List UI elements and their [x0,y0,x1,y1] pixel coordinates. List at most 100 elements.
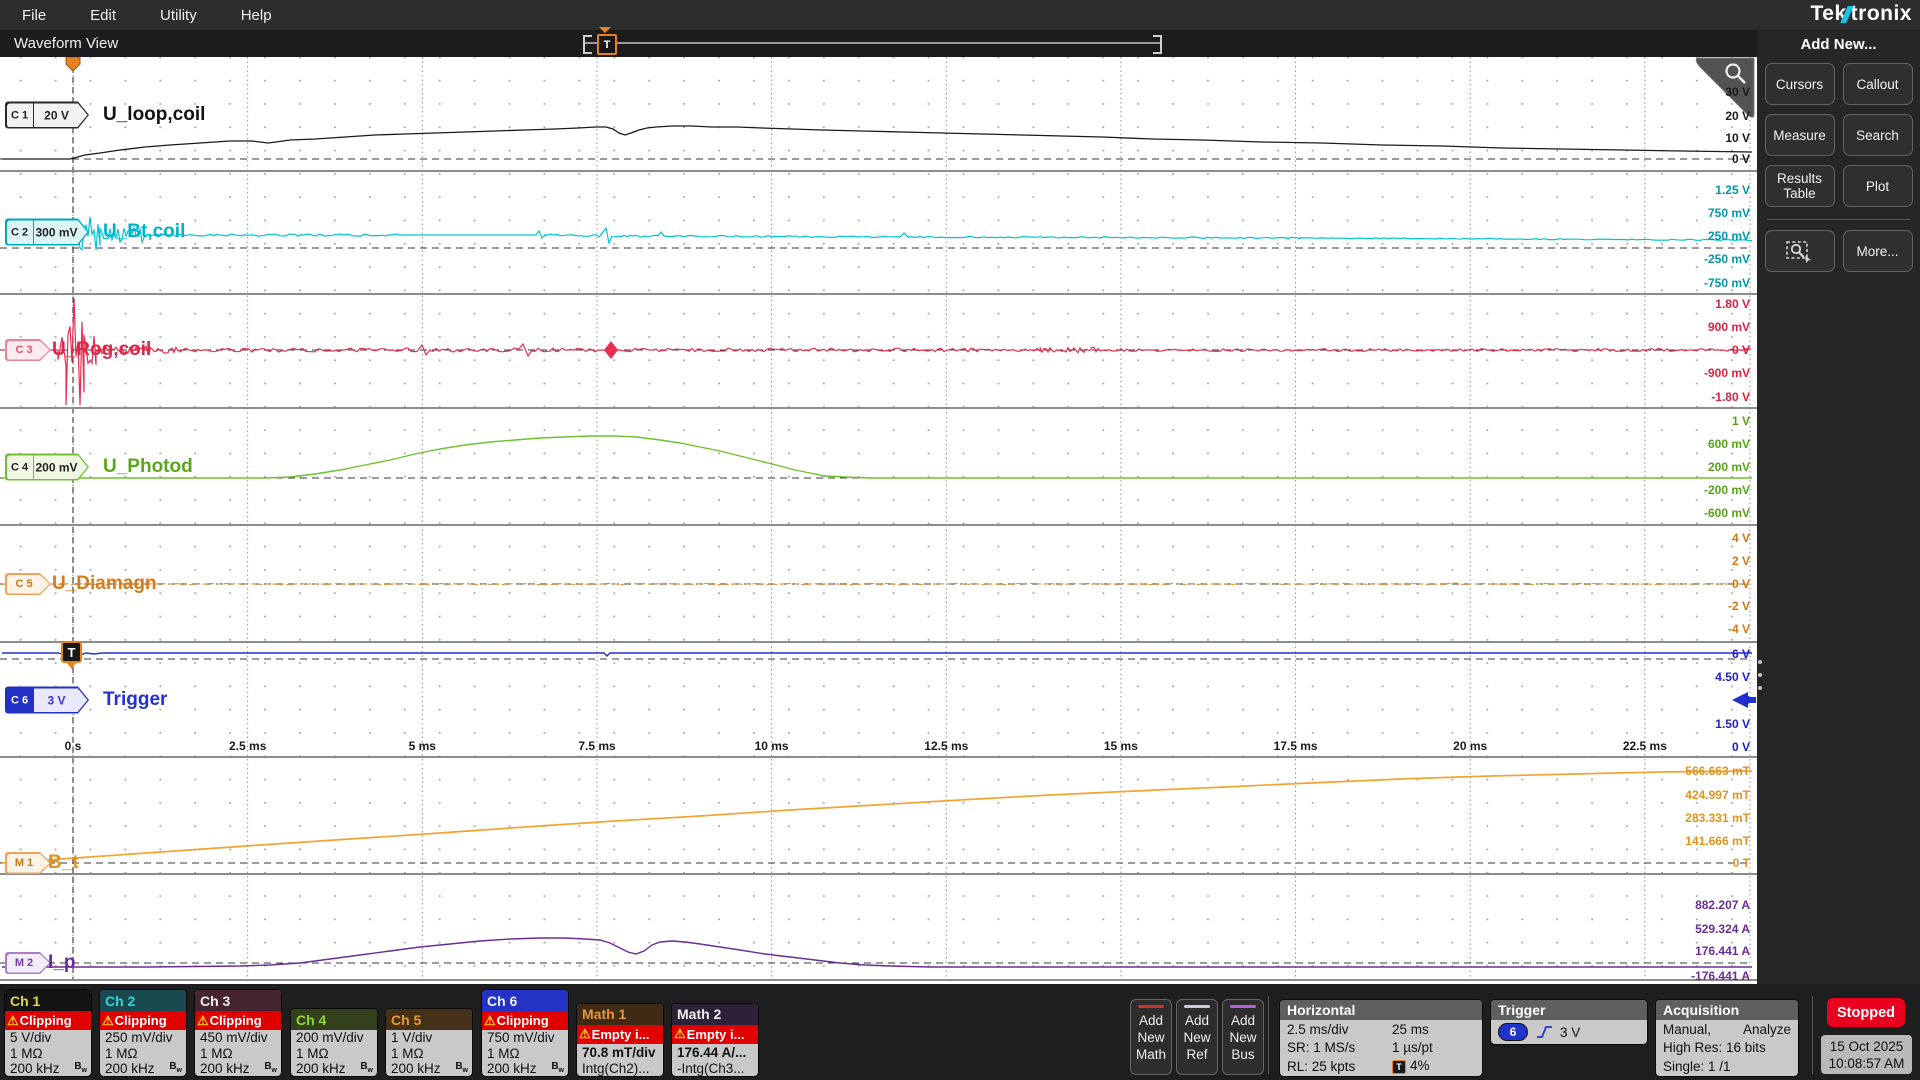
trigger-source-marker-icon: T [62,642,81,669]
channel-settings-badge-ch3[interactable]: Ch 3⚠Clipping450 mV/div1 MΩ200 kHzBw [195,990,281,1076]
badge-row: 750 mV/div [482,1030,568,1045]
channel-badge-id: C 4 [7,455,34,479]
callout-button[interactable]: Callout [1843,63,1913,105]
results-table-button[interactable]: Results Table [1765,165,1835,207]
timebase-trigger-marker-icon[interactable]: T [597,34,617,55]
bandwidth-icon: Bw [551,1061,568,1076]
trace-ch3-spike-marker [604,341,618,359]
scale-label: 200 mV [1708,460,1750,474]
channel-settings-badge-ch6[interactable]: Ch 6⚠Clipping750 mV/div1 MΩ200 kHzBw [482,990,568,1076]
waveform-label-c1: U_loop,coil [103,104,205,126]
channel-badge-c6[interactable]: C 63 V [5,687,89,714]
datetime-box: 15 Oct 2025 10:08:57 AM [1821,1035,1912,1074]
add-new-math-button[interactable]: AddNewMath [1130,999,1172,1075]
time-axis-label: 20 ms [1453,739,1487,753]
trace-m1 [2,771,1752,863]
bandwidth-icon: Bw [455,1061,472,1076]
horizontal-panel[interactable]: Horizontal 2.5 ms/div25 msSR: 1 MS/s1 µs… [1280,1000,1482,1076]
channel-badge-c2[interactable]: C 2300 mV [5,219,89,246]
add-new-button-grid: CursorsCalloutMeasureSearchResults Table… [1757,63,1920,207]
badge-row: 200 kHzBw [386,1061,472,1076]
badge-row: 1 MΩ [386,1045,472,1060]
scale-label: -750 mV [1704,276,1750,290]
menu-item-file[interactable]: File [22,7,46,24]
cursors-button[interactable]: Cursors [1765,63,1835,105]
bandwidth-icon: Bw [360,1061,377,1076]
waveform-label-c2: U_Bt,coil [103,221,185,243]
time-axis-label: 22.5 ms [1623,739,1667,753]
waveform-graticule[interactable]: T 30 V20 V10 V0 V1.25 V750 mV250 mV-250 … [0,57,1757,984]
horizontal-row: 2.5 ms/div 25 ms [1280,1020,1482,1039]
channel-badge-id: C 6 [7,688,34,712]
scale-label: 250 mV [1708,229,1750,243]
channel-settings-badge-ch5[interactable]: Ch 51 V/div1 MΩ200 kHzBw [386,1009,472,1076]
plot-button[interactable]: Plot [1843,165,1913,207]
channel-badge-id: C 2 [7,220,34,244]
waveform-canvas: T [0,57,1757,984]
add-new-title: Add New... [1757,30,1920,53]
timebase-bar-left-bracket [583,35,592,54]
add-new-bus-button[interactable]: AddNewBus [1222,999,1264,1075]
trigger-panel[interactable]: Trigger 6 3 V [1491,1000,1647,1044]
scale-label: 1.80 V [1715,297,1750,311]
badge-color-line [1230,1005,1256,1008]
search-button[interactable]: Search [1843,114,1913,156]
scale-label: 1 V [1732,414,1750,428]
rising-edge-icon [1536,1025,1554,1039]
horizontal-value: 25 ms [1392,1022,1429,1037]
badge-row: 200 mV/div [291,1030,377,1045]
menu-item-help[interactable]: Help [241,7,272,24]
badge-color-line [1184,1005,1210,1008]
scale-label: -2 V [1728,599,1750,613]
add-new-ref-button[interactable]: AddNewRef [1176,999,1218,1075]
channel-badge-m2[interactable]: M 2 [5,952,51,974]
scale-label: 600 mV [1708,437,1750,451]
stopped-status-button[interactable]: Stopped [1827,998,1905,1027]
channel-badge-c3[interactable]: C 3 [5,339,51,361]
badge-row: 1 V/div [386,1030,472,1045]
scale-label: 20 V [1725,109,1750,123]
badge-row: 1 MΩ [100,1045,186,1060]
acquisition-panel-title: Acquisition [1656,1000,1798,1020]
acquisition-mode: Manual, [1663,1022,1711,1037]
horizontal-cell: 2.5 ms/div [1287,1022,1349,1037]
timebase-position-bar[interactable]: T [583,30,1162,57]
badge-header: Math 1 [577,1004,663,1025]
menu-bar: FileEditUtilityHelp Tek tronix [0,0,1920,30]
time-axis-label: 5 ms [409,739,436,753]
waveform-label-c5: U_Diamagn [52,573,157,595]
channel-badge-c1[interactable]: C 120 V [5,102,89,129]
scale-label: -600 mV [1704,506,1750,520]
channel-settings-badge-math1[interactable]: Math 1⚠Empty i...70.8 mT/divIntg(Ch2)... [577,1004,663,1076]
warning-icon: ⚠ [197,1013,209,1029]
menu-item-utility[interactable]: Utility [160,7,197,24]
badge-row: 200 kHzBw [482,1061,568,1076]
acquisition-single: Single: 1 /1 [1656,1057,1798,1076]
measure-button[interactable]: Measure [1765,114,1835,156]
time-axis-label: 17.5 ms [1274,739,1318,753]
horizontal-row: RL: 25 kptsT4% [1280,1057,1482,1076]
channel-settings-badge-ch2[interactable]: Ch 2⚠Clipping250 mV/div1 MΩ200 kHzBw [100,990,186,1076]
more-button[interactable]: More... [1843,230,1913,272]
badge-row: 200 kHzBw [100,1061,186,1076]
channel-settings-badge-math2[interactable]: Math 2⚠Empty i...176.44 A/...-Intg(Ch3..… [672,1004,758,1076]
channel-badge-m1[interactable]: M 1 [5,852,51,874]
badge-row: 200 kHzBw [5,1061,91,1076]
horizontal-cell: RL: 25 kpts [1287,1059,1355,1074]
menu-item-edit[interactable]: Edit [90,7,116,24]
channel-settings-badge-ch4[interactable]: Ch 4200 mV/div1 MΩ200 kHzBw [291,1009,377,1076]
waveform-label-m2: I_p [48,952,75,974]
channel-badge-c5[interactable]: C 5 [5,573,51,595]
clipping-warning: ⚠Clipping [195,1011,281,1030]
date-text: 15 Oct 2025 [1830,1038,1904,1055]
zoom-select-button[interactable] [1765,230,1835,272]
acquisition-panel[interactable]: Acquisition Manual, Analyze High Res: 16… [1656,1000,1798,1076]
trace-ch3 [2,298,1751,405]
panel-drag-handle[interactable] [1758,660,1762,690]
channel-settings-badge-ch1[interactable]: Ch 1⚠Clipping5 V/div1 MΩ200 kHzBw [5,990,91,1076]
channel-badge-c4[interactable]: C 4200 mV [5,454,89,481]
badge-row: 450 mV/div [195,1030,281,1045]
time-axis-label: 12.5 ms [924,739,968,753]
channel-badge-scale: 20 V [34,108,88,122]
scale-label: 424.997 mT [1685,788,1750,802]
